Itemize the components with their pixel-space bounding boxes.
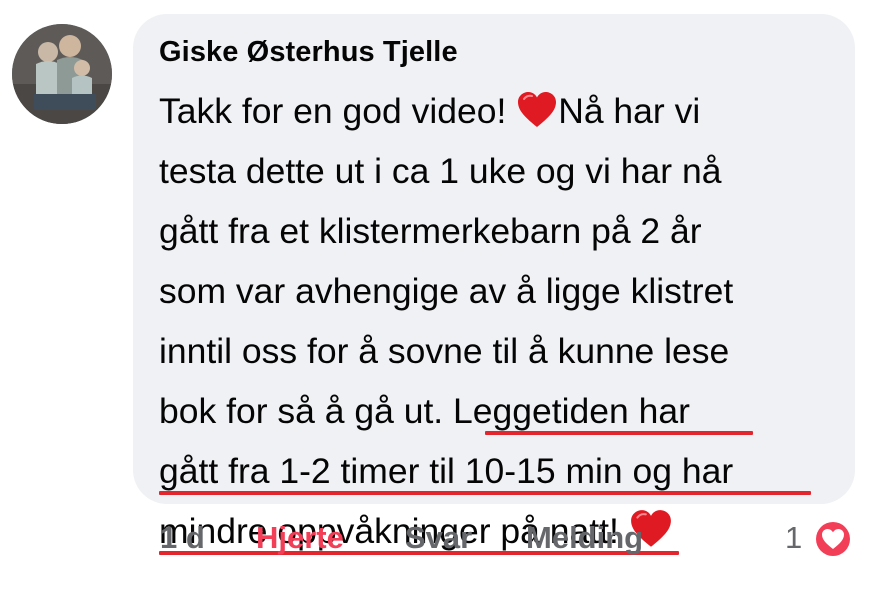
comment-line: Takk for en god video! Nå har vi: [159, 81, 849, 141]
avatar[interactable]: [12, 24, 112, 124]
comment-author[interactable]: Giske Østerhus Tjelle: [159, 36, 458, 69]
comment: Giske Østerhus Tjelle Takk for en god vi…: [0, 0, 872, 596]
highlight-underline: [159, 491, 811, 495]
highlight-underline: [485, 431, 753, 435]
comment-line: bok for så å gå ut. Leggetiden har: [159, 381, 849, 441]
reply-button[interactable]: Svar: [405, 520, 472, 556]
heart-reaction-button[interactable]: Hjerte: [256, 520, 344, 556]
message-button[interactable]: Melding: [526, 520, 643, 556]
comment-line-text: bok for så å gå ut.: [159, 391, 454, 431]
comment-line: gått fra 1-2 timer til 10-15 min og har: [159, 441, 849, 501]
red-heart-emoji-icon: [516, 87, 558, 147]
avatar-photo: [12, 24, 112, 124]
reaction-count[interactable]: 1: [785, 520, 802, 556]
comment-text: Takk for en god video! Nå har vi testa d…: [159, 81, 849, 561]
comment-line-text: Takk for en god video!: [159, 91, 517, 131]
comment-line: testa dette ut i ca 1 uke og vi har nå: [159, 151, 722, 191]
comment-line-text: gått fra 1-2 timer til 10-15 min og har: [159, 451, 734, 491]
comment-line: som var avhengige av å ligge klistret: [159, 271, 734, 311]
comment-actions: 1 d Hjerte Svar Melding 1: [0, 520, 872, 564]
timestamp-link[interactable]: 1 d: [160, 520, 205, 556]
comment-line: gått fra et klistermerkebarn på 2 år: [159, 211, 702, 251]
comment-line: inntil oss for å sovne til å kunne lese: [159, 331, 730, 371]
heart-reaction-icon[interactable]: [812, 518, 854, 560]
comment-line-text: Leggetiden har: [453, 391, 690, 431]
comment-line-text: Nå har vi: [558, 91, 701, 131]
